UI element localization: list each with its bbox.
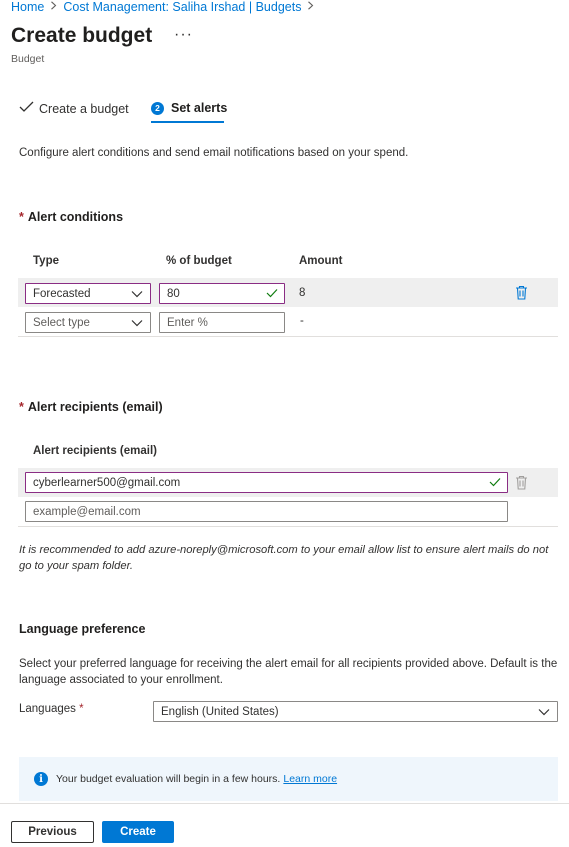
- alert-conditions-title-text: Alert conditions: [27, 210, 124, 224]
- type-select-placeholder: Select type: [33, 316, 90, 329]
- tab-create-budget-label: Create a budget: [39, 101, 129, 116]
- learn-more-link[interactable]: Learn more: [283, 773, 337, 785]
- alert-conditions-title: * Alert conditions: [19, 210, 123, 224]
- percent-input[interactable]: 80: [159, 283, 285, 304]
- check-icon: [19, 101, 34, 116]
- required-mark: *: [19, 400, 24, 414]
- chevron-down-icon: [131, 289, 143, 301]
- languages-label: Languages *: [19, 703, 84, 715]
- trash-icon[interactable]: [515, 285, 528, 303]
- check-icon: [266, 288, 278, 301]
- percent-input-value: 80: [167, 287, 180, 300]
- alert-recipients-title: * Alert recipients (email): [19, 400, 163, 414]
- info-banner: i Your budget evaluation will begin in a…: [19, 757, 558, 801]
- chevron-down-icon: [131, 318, 143, 330]
- trash-icon[interactable]: [515, 475, 528, 493]
- intro-text: Configure alert conditions and send emai…: [19, 147, 409, 159]
- active-tab-indicator: [151, 121, 224, 123]
- language-select-value: English (United States): [161, 705, 279, 718]
- language-description: Select your preferred language for recei…: [19, 658, 558, 686]
- percent-input-empty[interactable]: Enter %: [159, 312, 285, 333]
- email-input-value: cyberlearner500@gmail.com: [33, 476, 181, 489]
- tab-set-alerts[interactable]: 2 Set alerts: [151, 101, 227, 115]
- page-subtitle: Budget: [11, 53, 45, 65]
- allowlist-note: It is recommended to add azure-noreply@m…: [19, 544, 549, 572]
- chevron-right-icon: [50, 1, 57, 13]
- amount-value: 8: [299, 287, 306, 299]
- email-input-placeholder: example@email.com: [33, 505, 141, 518]
- chevron-down-icon: [538, 707, 550, 719]
- column-header-recipients: Alert recipients (email): [33, 445, 157, 457]
- amount-value-empty: -: [300, 315, 304, 327]
- more-icon[interactable]: ···: [174, 26, 193, 44]
- type-select[interactable]: Forecasted: [25, 283, 151, 304]
- column-header-amount: Amount: [299, 255, 343, 267]
- type-select-empty[interactable]: Select type: [25, 312, 151, 333]
- required-mark: *: [19, 210, 24, 224]
- previous-button[interactable]: Previous: [11, 821, 94, 843]
- tab-create-budget[interactable]: Create a budget: [19, 101, 129, 116]
- info-text: Your budget evaluation will begin in a f…: [56, 773, 281, 785]
- languages-label-text: Languages: [19, 703, 76, 715]
- email-input[interactable]: cyberlearner500@gmail.com: [25, 472, 508, 493]
- row-divider: [18, 336, 558, 337]
- column-header-type: Type: [33, 255, 59, 267]
- tab-set-alerts-label: Set alerts: [171, 101, 228, 115]
- language-preference-title: Language preference: [19, 622, 146, 636]
- row-divider: [18, 526, 558, 527]
- footer-divider: [0, 803, 569, 804]
- percent-input-placeholder: Enter %: [167, 316, 208, 329]
- breadcrumb-cost-management[interactable]: Cost Management: Saliha Irshad | Budgets: [63, 0, 301, 14]
- alert-recipients-title-text: Alert recipients (email): [27, 400, 163, 414]
- column-header-percent: % of budget: [166, 255, 232, 267]
- breadcrumb: Home Cost Management: Saliha Irshad | Bu…: [11, 0, 320, 14]
- step-number-badge: 2: [151, 101, 164, 115]
- create-button[interactable]: Create: [102, 821, 174, 843]
- check-icon: [489, 477, 501, 490]
- type-select-value: Forecasted: [33, 287, 91, 300]
- chevron-right-icon: [307, 1, 314, 13]
- language-select[interactable]: English (United States): [153, 701, 558, 722]
- email-input-empty[interactable]: example@email.com: [25, 501, 508, 522]
- page-title: Create budget: [11, 24, 153, 47]
- breadcrumb-home[interactable]: Home: [11, 0, 44, 14]
- required-mark: *: [79, 703, 84, 715]
- info-icon: i: [34, 772, 48, 786]
